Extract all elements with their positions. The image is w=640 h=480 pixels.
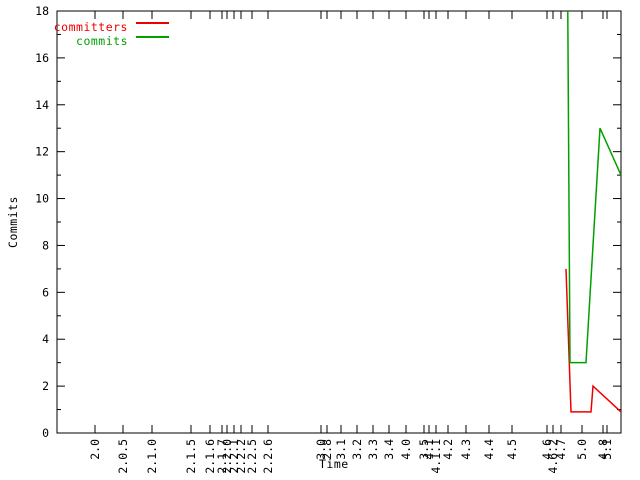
axis-tick-labels: 0246810121416182.02.0.52.1.02.1.52.1.62.… — [35, 4, 614, 474]
svg-text:3.4: 3.4 — [382, 439, 396, 460]
svg-text:4.4: 4.4 — [482, 439, 496, 460]
series-line-committers — [566, 269, 621, 412]
svg-text:3.3: 3.3 — [366, 439, 380, 460]
svg-text:4.5: 4.5 — [505, 439, 519, 460]
svg-text:5.0: 5.0 — [575, 439, 589, 460]
legend-line-sample-commits — [136, 36, 169, 38]
svg-text:3.2: 3.2 — [350, 439, 364, 460]
svg-text:2.2.5: 2.2.5 — [245, 439, 259, 474]
legend-label-commits: commits — [0, 34, 128, 48]
legend: committers commits — [0, 16, 180, 44]
svg-text:2.0: 2.0 — [88, 439, 102, 460]
legend-item-committers: committers — [0, 16, 180, 30]
svg-text:14: 14 — [35, 98, 49, 112]
axis-ticks — [57, 11, 621, 433]
svg-text:4.7: 4.7 — [554, 439, 568, 460]
svg-text:0: 0 — [42, 426, 49, 440]
plot-canvas: 0246810121416182.02.0.52.1.02.1.52.1.62.… — [0, 0, 640, 480]
x-axis-title: Time — [319, 457, 349, 471]
svg-text:2.1.0: 2.1.0 — [145, 439, 159, 474]
svg-text:4: 4 — [42, 332, 49, 346]
svg-text:6: 6 — [42, 285, 49, 299]
legend-item-commits: commits — [0, 30, 180, 44]
svg-text:2.2.6: 2.2.6 — [261, 439, 275, 474]
series-line-commits — [566, 0, 621, 363]
svg-text:12: 12 — [35, 145, 49, 159]
svg-text:2.1.5: 2.1.5 — [184, 439, 198, 474]
svg-text:4.3: 4.3 — [459, 439, 473, 460]
plot-border — [57, 11, 621, 433]
y-axis-title: Commits — [6, 196, 20, 248]
svg-text:10: 10 — [35, 192, 49, 206]
svg-text:2.0.5: 2.0.5 — [116, 439, 130, 474]
svg-text:8: 8 — [42, 238, 49, 252]
gnuplot-commits-chart: 0246810121416182.02.0.52.1.02.1.52.1.62.… — [0, 0, 640, 480]
svg-text:4.0: 4.0 — [399, 439, 413, 460]
svg-text:4.2: 4.2 — [441, 439, 455, 460]
svg-text:16: 16 — [35, 51, 49, 65]
svg-text:5.1: 5.1 — [600, 439, 614, 460]
legend-line-sample-committers — [136, 22, 169, 24]
svg-text:2: 2 — [42, 379, 49, 393]
